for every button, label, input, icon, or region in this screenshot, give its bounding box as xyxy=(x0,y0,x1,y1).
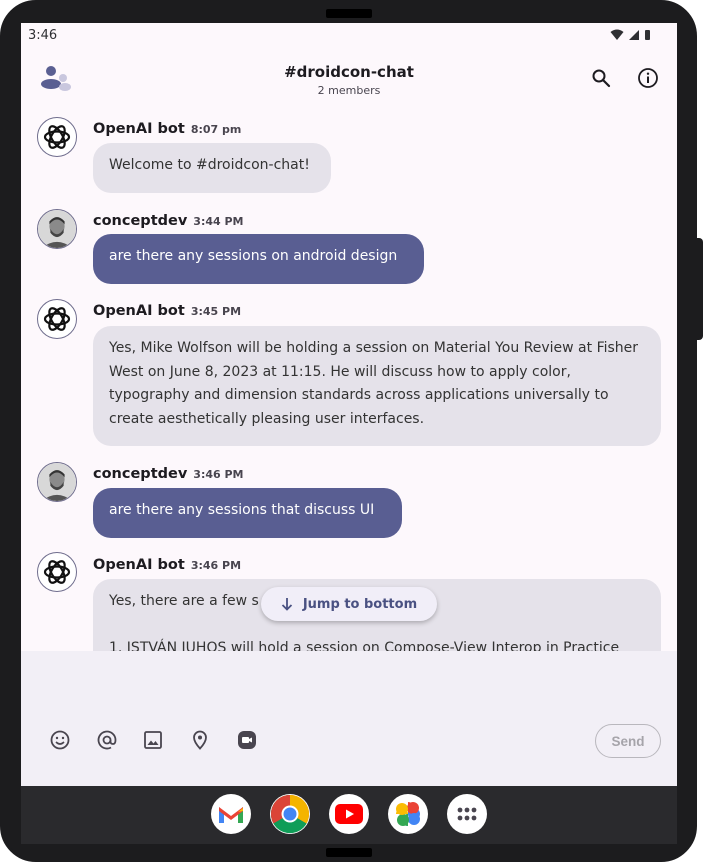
screen: 3:46 #droidcon-chat 2 members OpenAI bot… xyxy=(21,23,677,786)
channel-title: #droidcon-chat xyxy=(284,63,414,81)
conceptdev-avatar[interactable] xyxy=(37,462,77,502)
message-time: 3:46 PM xyxy=(193,468,244,481)
openai-bot-avatar[interactable] xyxy=(37,552,77,592)
openai-bot-avatar[interactable] xyxy=(37,299,77,339)
message-time: 3:44 PM xyxy=(193,215,244,228)
sender-name: conceptdev xyxy=(93,213,188,229)
status-bar: 3:46 xyxy=(21,23,677,51)
message-header: conceptdev 3:44 PM xyxy=(93,213,244,229)
openai-bot-avatar[interactable] xyxy=(37,117,77,157)
user-photo-icon xyxy=(38,463,76,501)
app-dock xyxy=(21,786,677,844)
jump-to-bottom-label: Jump to bottom xyxy=(302,596,418,612)
message-time: 8:07 pm xyxy=(190,123,242,136)
message-header: conceptdev 3:46 PM xyxy=(93,466,244,482)
message-header: OpenAI bot 3:46 PM xyxy=(93,557,241,573)
status-icons xyxy=(610,29,651,41)
info-icon xyxy=(638,68,658,88)
arrow-down-icon xyxy=(281,598,292,611)
message-time: 3:45 PM xyxy=(190,305,242,318)
image-button[interactable] xyxy=(140,727,166,753)
emoji-icon xyxy=(50,730,70,750)
openai-logo-icon xyxy=(43,125,71,149)
wifi-icon xyxy=(610,29,624,40)
member-count: 2 members xyxy=(317,84,381,97)
youtube-app-icon[interactable] xyxy=(329,794,369,834)
message-header: OpenAI bot 8:07 pm xyxy=(93,121,241,137)
conceptdev-avatar[interactable] xyxy=(37,209,77,249)
video-call-icon xyxy=(238,731,256,749)
chrome-app-icon[interactable] xyxy=(270,794,310,834)
emoji-button[interactable] xyxy=(47,727,73,753)
info-button[interactable] xyxy=(635,65,661,91)
message-time: 3:46 PM xyxy=(190,559,242,572)
sender-name: OpenAI bot xyxy=(93,121,185,137)
message-bubble[interactable]: are there any sessions on android design xyxy=(93,234,424,284)
message-input[interactable] xyxy=(37,661,661,713)
user-photo-icon xyxy=(38,210,76,248)
jump-to-bottom-button[interactable]: Jump to bottom xyxy=(261,587,437,621)
status-time: 3:46 xyxy=(28,28,58,43)
message-composer: Send xyxy=(21,651,677,786)
message-bubble[interactable]: Yes, Mike Wolfson will be holding a sess… xyxy=(93,326,661,446)
photos-app-icon[interactable] xyxy=(388,794,428,834)
gmail-app-icon[interactable] xyxy=(211,794,251,834)
cell-signal-icon xyxy=(629,30,639,40)
channel-header: #droidcon-chat 2 members xyxy=(21,51,677,113)
stream-logo-icon[interactable] xyxy=(39,63,73,93)
message-bubble[interactable]: are there any sessions that discuss UI xyxy=(93,488,402,538)
location-icon xyxy=(193,730,207,750)
sender-name: OpenAI bot xyxy=(93,557,185,573)
device-hinge-top xyxy=(326,9,372,18)
search-button[interactable] xyxy=(588,65,614,91)
device-hinge-bottom xyxy=(326,848,372,857)
mention-icon xyxy=(97,730,117,750)
battery-icon xyxy=(645,30,650,40)
openai-logo-icon xyxy=(43,307,71,331)
mention-button[interactable] xyxy=(94,727,120,753)
image-icon xyxy=(144,731,162,749)
message-header: OpenAI bot 3:45 PM xyxy=(93,303,241,319)
sender-name: OpenAI bot xyxy=(93,303,185,319)
channel-title-block[interactable]: #droidcon-chat 2 members xyxy=(221,63,477,97)
app-drawer-icon[interactable] xyxy=(447,794,487,834)
location-button[interactable] xyxy=(187,727,213,753)
video-call-button[interactable] xyxy=(234,727,260,753)
search-icon xyxy=(592,69,611,88)
message-list[interactable]: OpenAI bot 8:07 pm Welcome to #droidcon-c… xyxy=(21,113,677,651)
openai-logo-icon xyxy=(43,560,71,584)
message-bubble[interactable]: Welcome to #droidcon-chat! xyxy=(93,143,331,193)
device-side-button xyxy=(697,238,703,340)
send-button[interactable]: Send xyxy=(595,724,661,758)
sender-name: conceptdev xyxy=(93,466,188,482)
